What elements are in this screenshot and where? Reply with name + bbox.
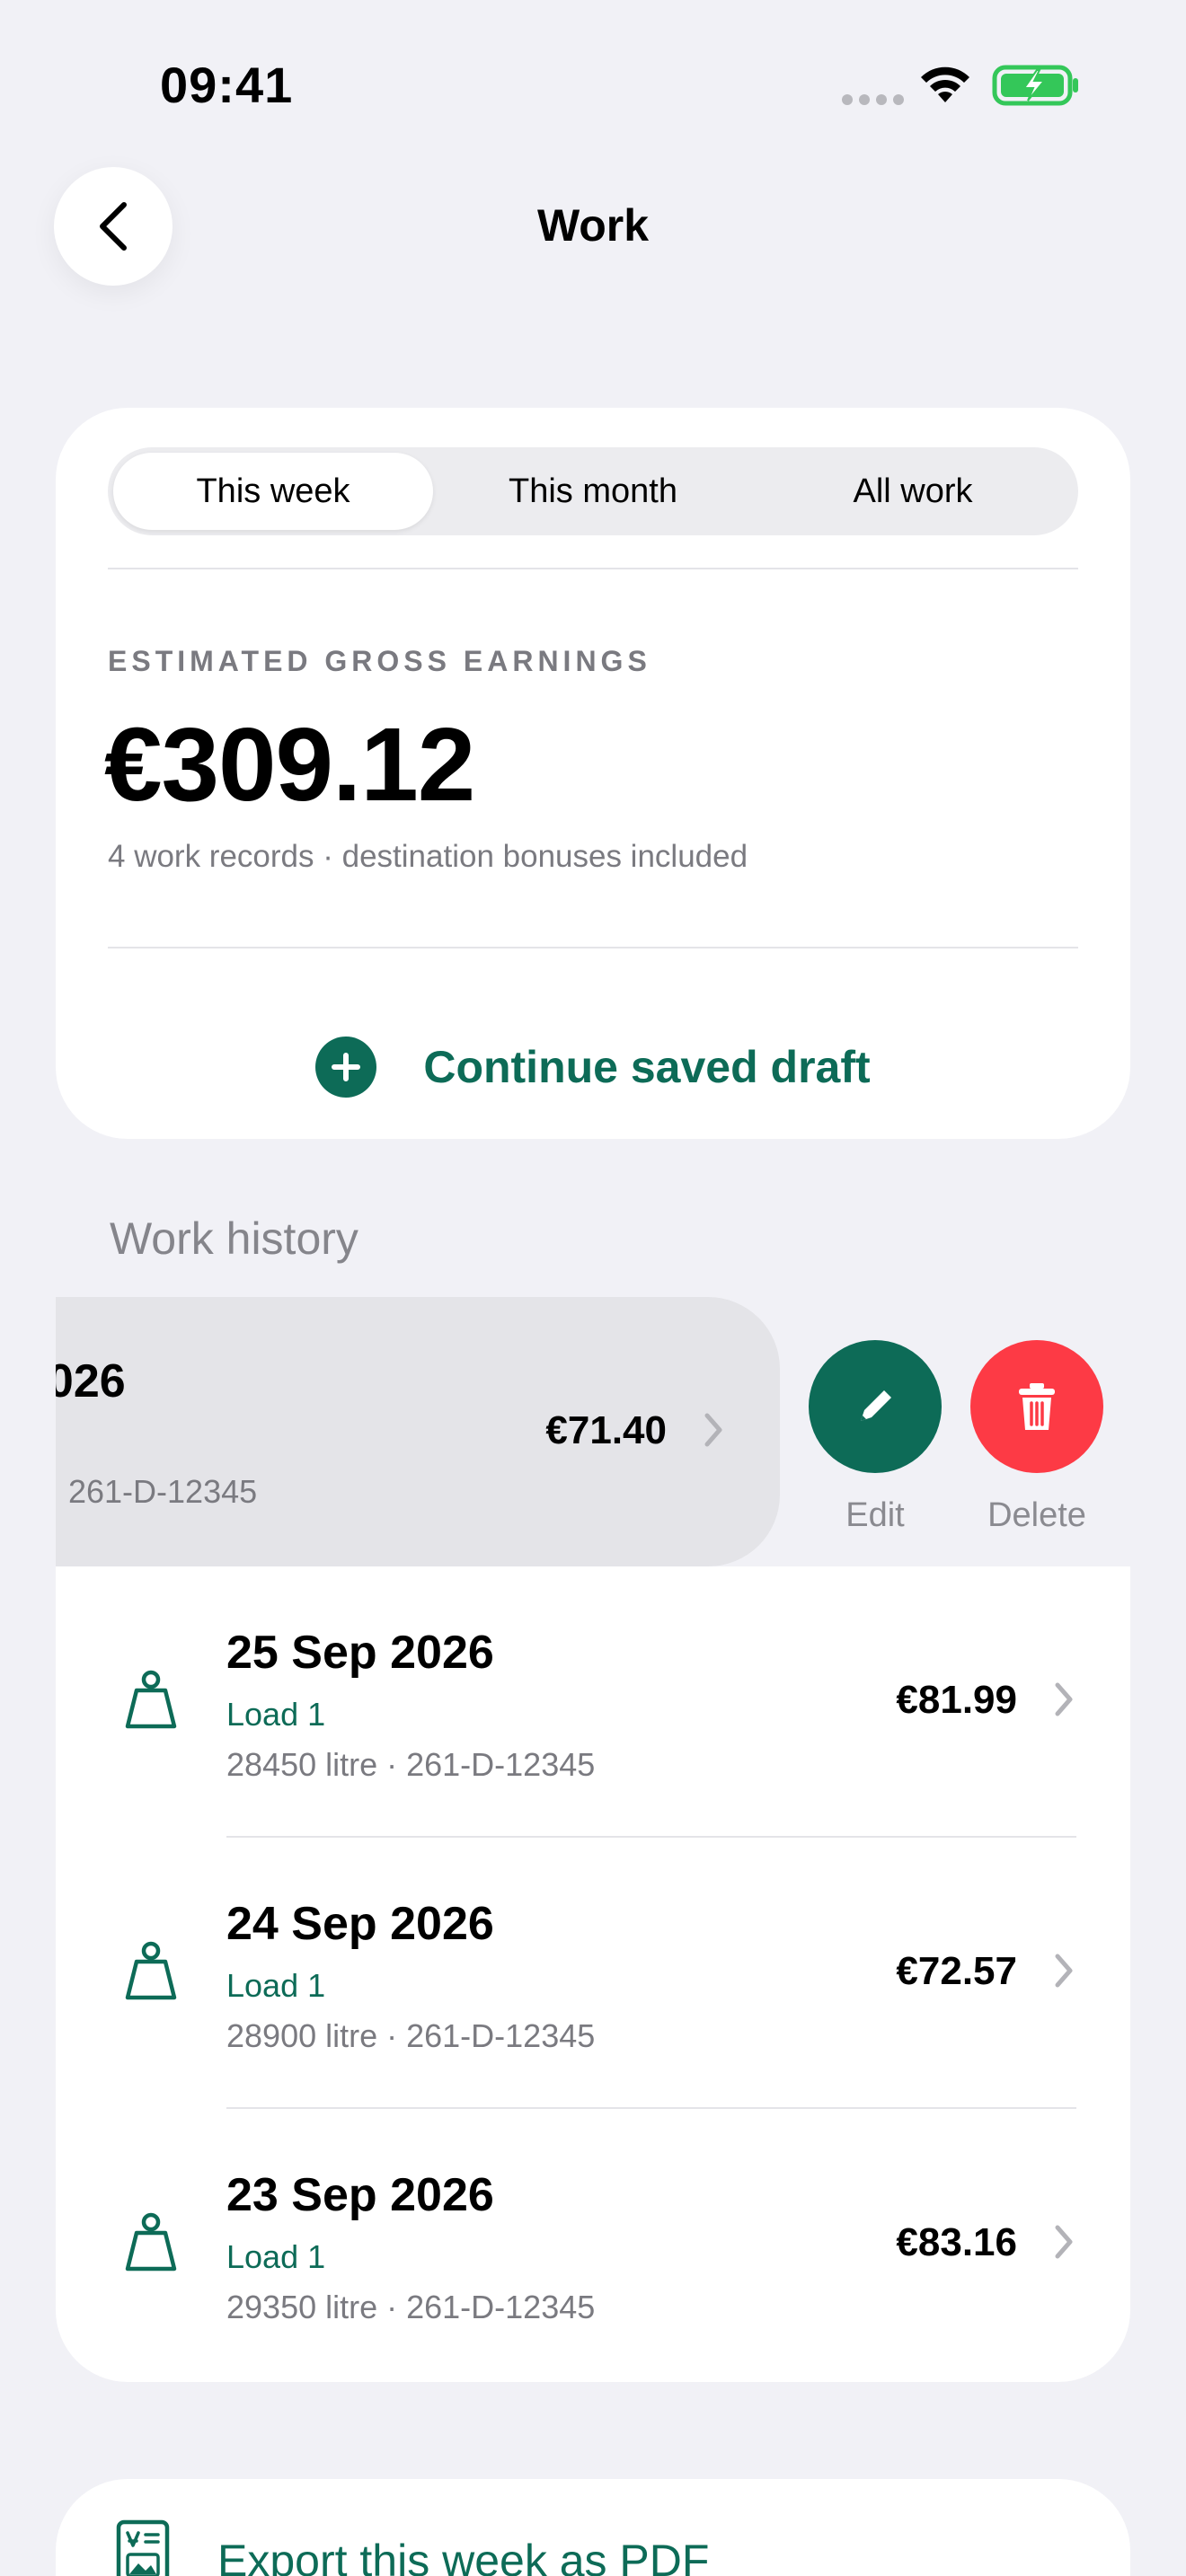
work-record-meta: · 261-D-12345: [56, 1473, 258, 1510]
tab-all-work[interactable]: All work: [753, 453, 1073, 530]
wifi-icon: [921, 66, 969, 102]
work-record-date: 24 Sep 2026: [226, 1898, 494, 1950]
chevron-right-icon: [1055, 2225, 1073, 2259]
work-record-row[interactable]: 23 Sep 2026 Load 1 29350 litre · 261-D-1…: [56, 2109, 1130, 2380]
status-time: 09:41: [160, 57, 294, 113]
plus-icon: [315, 1037, 377, 1098]
work-history-heading: Work history: [110, 1213, 358, 1264]
divider: [108, 568, 1078, 569]
earnings-label: ESTIMATED GROSS EARNINGS: [108, 645, 651, 677]
pencil-icon: [861, 1390, 891, 1421]
export-pdf-label: Export this week as PDF: [217, 2536, 710, 2576]
work-record-meta: 28900 litre · 261-D-12345: [226, 2017, 596, 2054]
chevron-right-icon: [1055, 1954, 1073, 1988]
delete-label: Delete: [987, 1496, 1086, 1534]
work-record-row-swiped[interactable]: 2026 · 261-D-12345 €71.40: [56, 1297, 780, 1566]
work-record-row[interactable]: 24 Sep 2026 Load 1 28900 litre · 261-D-1…: [56, 1838, 1130, 2109]
trash-icon: [1019, 1383, 1055, 1430]
work-record-load: Load 1: [226, 2238, 326, 2275]
work-record-row[interactable]: 25 Sep 2026 Load 1 28450 litre · 261-D-1…: [56, 1566, 1130, 1838]
work-record-date: 25 Sep 2026: [226, 1627, 494, 1679]
delete-button[interactable]: [970, 1340, 1103, 1473]
work-record-load: Load 1: [226, 1967, 326, 2004]
continue-draft-button[interactable]: Continue saved draft: [56, 1004, 1130, 1130]
period-segmented-control: This week This month All work: [108, 447, 1078, 535]
edit-action[interactable]: Edit: [809, 1340, 942, 1535]
work-record-amount: €81.99: [896, 1678, 1017, 1722]
earnings-summary-card: This week This month All work ESTIMATED …: [56, 408, 1130, 1139]
weight-icon: [125, 1941, 177, 2000]
battery-charging-icon: [992, 65, 1078, 106]
document-export-icon: [116, 2519, 170, 2576]
tab-this-week[interactable]: This week: [113, 453, 433, 530]
status-bar: 09:41: [0, 0, 1186, 171]
chevron-right-icon: [1055, 1682, 1073, 1716]
divider: [108, 947, 1078, 948]
weight-icon: [125, 1670, 177, 1729]
weight-icon: [125, 2212, 177, 2272]
work-record-date: 23 Sep 2026: [226, 2169, 494, 2221]
page-title: Work: [536, 200, 650, 251]
cellular-signal-icon: [842, 94, 904, 105]
work-record-meta: 29350 litre · 261-D-12345: [226, 2289, 596, 2325]
continue-draft-label: Continue saved draft: [423, 1042, 871, 1092]
tab-this-month[interactable]: This month: [433, 453, 753, 530]
work-record-load: Load 1: [226, 1696, 326, 1733]
work-history-list: 25 Sep 2026 Load 1 28450 litre · 261-D-1…: [56, 1566, 1130, 2382]
delete-action[interactable]: Delete: [970, 1340, 1103, 1535]
earnings-amount: €309.12: [104, 706, 475, 823]
edit-button[interactable]: [809, 1340, 942, 1473]
work-record-meta: 28450 litre · 261-D-12345: [226, 1746, 596, 1783]
work-record-amount: €71.40: [545, 1408, 667, 1452]
work-record-amount: €72.57: [896, 1949, 1017, 1993]
export-pdf-button[interactable]: Export this week as PDF: [56, 2479, 1130, 2576]
chevron-right-icon: [704, 1413, 722, 1447]
edit-label: Edit: [845, 1496, 905, 1534]
earnings-subtitle: 4 work records · destination bonuses inc…: [108, 839, 748, 874]
work-record-date: 2026: [56, 1355, 126, 1407]
work-record-amount: €83.16: [896, 2220, 1017, 2264]
